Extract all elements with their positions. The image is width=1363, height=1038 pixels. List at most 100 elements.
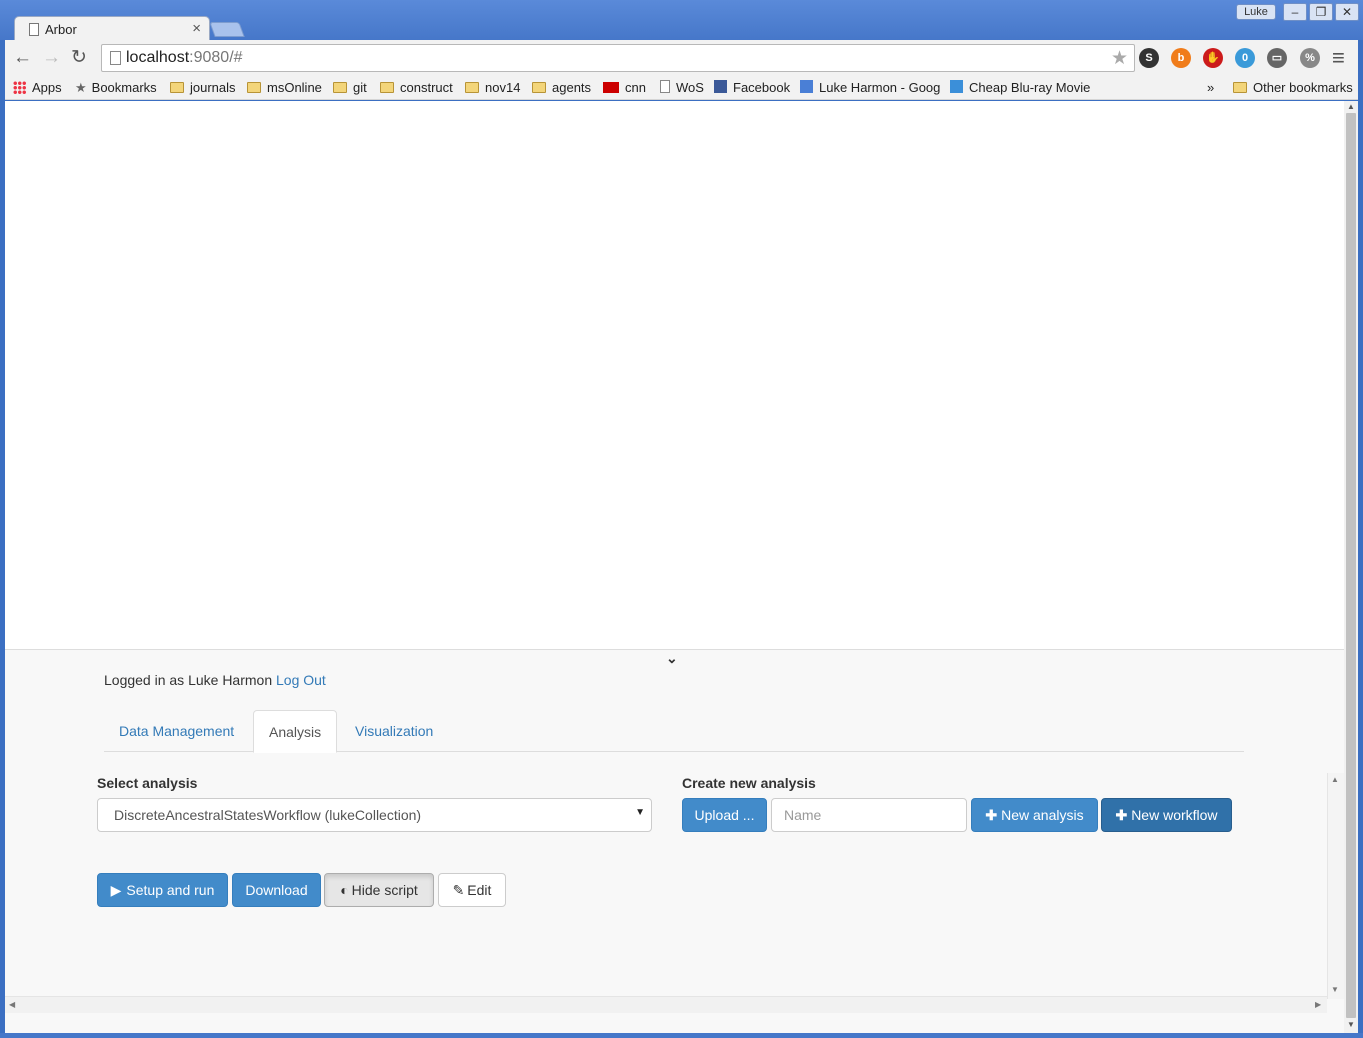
download-button[interactable]: Download	[232, 873, 321, 907]
folder-icon	[247, 82, 261, 93]
hide-script-button[interactable]: ◐ Hide script	[324, 873, 434, 907]
plus-icon: ✚	[985, 807, 998, 823]
edit-button[interactable]: ✎ Edit	[438, 873, 506, 907]
bookmark-star-icon[interactable]: ★	[1111, 47, 1128, 70]
eye-slash-icon: ◐	[340, 882, 349, 898]
scroll-down-arrow-icon[interactable]: ▼	[1331, 985, 1339, 994]
address-bar[interactable]: localhost:9080/# ★	[101, 44, 1135, 72]
collapse-panel-chevron-icon[interactable]: ⌄	[666, 650, 678, 667]
bookmark-wos[interactable]: WoS	[660, 78, 704, 98]
hand-extension-icon[interactable]: ✋	[1203, 48, 1223, 68]
bookmarks-overflow-chevron[interactable]: »	[1207, 78, 1214, 98]
plus-icon: ✚	[1115, 807, 1128, 823]
google-scholar-icon	[800, 80, 813, 93]
url-text[interactable]: localhost:9080/#	[126, 49, 243, 67]
page-icon	[660, 80, 670, 93]
scroll-up-arrow-icon[interactable]: ▲	[1331, 775, 1339, 784]
bookmark-apps[interactable]: Apps	[13, 78, 62, 98]
folder-icon	[170, 82, 184, 93]
tab-visualization[interactable]: Visualization	[340, 710, 448, 752]
logout-link[interactable]: Log Out	[276, 672, 326, 688]
bookmark-label: Luke Harmon - Googl	[819, 80, 940, 95]
bookmark-bluray[interactable]: Cheap Blu-ray Movie	[950, 78, 1090, 98]
bookmark-nov14[interactable]: nov14	[465, 78, 520, 98]
panel-scrollbar[interactable]: ▲ ▼	[1327, 773, 1344, 999]
s-extension-icon[interactable]: S	[1139, 48, 1159, 68]
bookmark-agents[interactable]: agents	[532, 78, 591, 98]
close-window-button[interactable]: ✕	[1335, 3, 1359, 21]
new-analysis-button[interactable]: ✚ New analysis	[971, 798, 1098, 832]
tab-title: Arbor	[45, 22, 77, 37]
login-status: Logged in as Luke Harmon Log Out	[104, 672, 326, 688]
scrollbar-thumb[interactable]	[1346, 113, 1356, 1018]
browser-tab-arbor[interactable]: Arbor ×	[14, 16, 210, 42]
bookmark-scholar[interactable]: Luke Harmon - Googl	[800, 78, 940, 98]
minimize-button[interactable]: –	[1283, 3, 1307, 21]
horizontal-scrollbar[interactable]: ◀ ▶	[5, 996, 1327, 1013]
folder-icon	[380, 82, 394, 93]
bookmark-construct[interactable]: construct	[380, 78, 453, 98]
window-titlebar: Arbor × Luke – ❐ ✕	[0, 0, 1363, 42]
bookmark-label: Bookmarks	[91, 80, 157, 95]
scroll-left-arrow-icon[interactable]: ◀	[9, 1000, 15, 1009]
bookmarks-bar: Apps ★ Bookmarks journals msOnline git co…	[5, 76, 1358, 100]
setup-run-button[interactable]: ▶ Setup and run	[97, 873, 228, 907]
scroll-right-arrow-icon[interactable]: ▶	[1315, 1000, 1321, 1009]
logged-in-text: Logged in as Luke Harmon	[104, 672, 273, 688]
ghostery-icon[interactable]: 0	[1235, 48, 1255, 68]
cast-icon[interactable]: ▭	[1267, 48, 1287, 68]
visualization-canvas[interactable]	[5, 101, 1344, 649]
new-workflow-button[interactable]: ✚ New workflow	[1101, 798, 1232, 832]
tab-analysis[interactable]: Analysis	[253, 710, 338, 753]
bookmark-facebook[interactable]: Facebook	[714, 78, 790, 98]
cnn-icon	[603, 82, 619, 93]
upload-button[interactable]: Upload ...	[682, 798, 767, 832]
select-analysis-label: Select analysis	[97, 775, 198, 791]
facebook-icon	[714, 80, 727, 93]
analysis-select[interactable]: DiscreteAncestralStatesWorkflow (lukeCol…	[97, 798, 652, 832]
maximize-button[interactable]: ❐	[1309, 3, 1333, 21]
star-icon: ★	[75, 80, 87, 95]
new-workflow-label: New workflow	[1131, 807, 1218, 823]
folder-icon	[532, 82, 546, 93]
page-viewport: Logged in as Luke Harmon Log Out Data Ma…	[5, 101, 1358, 1033]
bookmark-label: git	[353, 80, 367, 95]
reload-icon[interactable]: ↻	[71, 48, 87, 68]
name-input[interactable]	[772, 799, 966, 831]
apps-grid-icon	[13, 81, 26, 94]
bookmark-journals[interactable]: journals	[170, 78, 236, 98]
create-analysis-label: Create new analysis	[682, 775, 816, 791]
browser-toolbar: ← → ↻ localhost:9080/# ★ Sb ✋ 0 ▭% ≡	[5, 40, 1358, 76]
page-info-icon[interactable]	[110, 51, 121, 65]
bookmark-msonline[interactable]: msOnline	[247, 78, 322, 98]
chevron-down-icon: ▼	[635, 807, 645, 818]
bookmark-cnn[interactable]: cnn	[603, 78, 646, 98]
percent-extension-icon[interactable]: %	[1300, 48, 1320, 68]
control-panel: Logged in as Luke Harmon Log Out Data Ma…	[5, 650, 1344, 1033]
new-tab-button[interactable]	[209, 22, 245, 37]
forward-icon[interactable]: →	[42, 48, 61, 68]
document-icon	[29, 23, 39, 36]
chrome-menu-icon[interactable]: ≡	[1332, 47, 1345, 69]
b-extension-icon[interactable]: b	[1171, 48, 1191, 68]
scroll-down-arrow-icon[interactable]: ▼	[1347, 1020, 1355, 1029]
page-scrollbar[interactable]: ▲ ▼	[1344, 101, 1358, 1033]
folder-icon	[1233, 82, 1247, 93]
bookmark-other[interactable]: Other bookmarks	[1233, 78, 1353, 98]
back-icon[interactable]: ←	[13, 48, 32, 68]
bookmark-label: cnn	[625, 80, 646, 95]
tab-close-icon[interactable]: ×	[192, 20, 201, 37]
folder-icon	[333, 82, 347, 93]
bookmark-bookmarks[interactable]: ★ Bookmarks	[75, 78, 157, 98]
play-icon: ▶	[110, 882, 122, 898]
bookmark-label: WoS	[676, 80, 704, 95]
bookmark-label: Other bookmarks	[1253, 80, 1353, 95]
tab-data-management[interactable]: Data Management	[104, 710, 249, 752]
url-rest: :9080/#	[189, 49, 243, 66]
bookmark-git[interactable]: git	[333, 78, 367, 98]
edit-label: Edit	[467, 882, 492, 898]
scroll-up-arrow-icon[interactable]: ▲	[1347, 102, 1355, 111]
panel-tabs: Data Management Analysis Visualization	[104, 710, 1244, 753]
name-field[interactable]	[771, 798, 967, 832]
profile-badge[interactable]: Luke	[1236, 4, 1276, 20]
